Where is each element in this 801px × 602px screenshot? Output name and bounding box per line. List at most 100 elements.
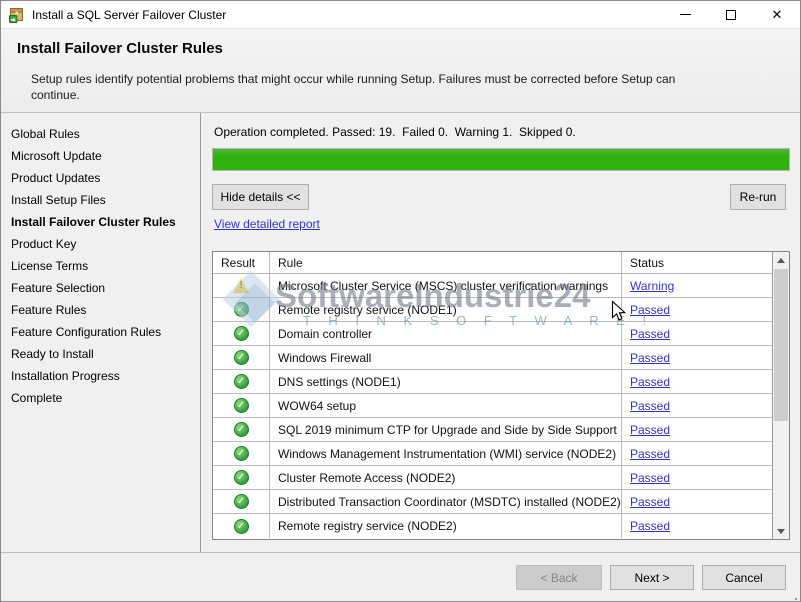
sidebar-step-item: Feature Selection [1,277,200,299]
column-header-rule: Rule [270,252,622,273]
table-header-row: Result Rule Status [213,252,772,274]
rule-cell: Distributed Transaction Coordinator (MSD… [270,490,622,513]
status-cell: Passed [622,519,772,533]
status-cell: Passed [622,327,772,341]
operation-status-text: Operation completed. Passed: 19. Failed … [214,125,576,139]
view-detailed-report-link[interactable]: View detailed report [214,217,320,231]
resize-grip[interactable] [795,598,797,600]
steps-sidebar: Global Rules Microsoft Update Product Up… [1,113,201,552]
table-scrollbar[interactable] [772,252,789,539]
table-row: Windows Firewall Passed [213,346,772,370]
table-row: Distributed Transaction Coordinator (MSD… [213,490,772,514]
scrollbar-thumb[interactable] [774,269,788,421]
rerun-button[interactable]: Re-run [730,184,786,210]
back-button[interactable]: < Back [516,565,602,590]
page-title: Install Failover Cluster Rules [17,40,223,57]
table-row: Domain controller Passed [213,322,772,346]
sidebar-step-item: Feature Rules [1,299,200,321]
result-cell [213,418,270,441]
wizard-window: Install a SQL Server Failover Cluster ✕ … [0,0,801,602]
sidebar-step-item: License Terms [1,255,200,277]
status-link[interactable]: Passed [630,495,670,509]
result-cell [213,346,270,369]
scroll-up-icon[interactable] [773,252,789,268]
result-status-icon [234,374,249,389]
status-cell: Passed [622,495,772,509]
status-link[interactable]: Passed [630,471,670,485]
status-link[interactable]: Passed [630,447,670,461]
result-cell [213,370,270,393]
status-link[interactable]: Passed [630,519,670,533]
status-link[interactable]: Passed [630,303,670,317]
rule-cell: WOW64 setup [270,394,622,417]
table-row: Cluster Remote Access (NODE2) Passed [213,466,772,490]
result-status-icon [234,302,249,317]
table-body: Microsoft Cluster Service (MSCS) cluster… [213,274,772,538]
result-status-icon [234,398,249,413]
maximize-button[interactable] [708,1,754,28]
rule-cell: Domain controller [270,322,622,345]
table-row: Windows Management Instrumentation (WMI)… [213,442,772,466]
rule-cell: Microsoft Cluster Service (MSCS) cluster… [270,274,622,297]
sidebar-step-item: Ready to Install [1,343,200,365]
page-description: Setup rules identify potential problems … [31,71,686,103]
sidebar-step-item: Complete [1,387,200,409]
sidebar-step-item: Install Failover Cluster Rules [1,211,200,233]
rule-cell: Windows Firewall [270,346,622,369]
table-row: DNS settings (NODE1) Passed [213,370,772,394]
result-cell [213,490,270,513]
status-cell: Passed [622,447,772,461]
table-row: Microsoft Cluster Service (MSCS) cluster… [213,274,772,298]
sidebar-step-item: Microsoft Update [1,145,200,167]
status-cell: Warning [622,279,772,293]
hide-details-button[interactable]: Hide details << [212,184,309,210]
next-button[interactable]: Next > [610,565,694,590]
result-status-icon [233,278,249,293]
maximize-icon [726,10,736,20]
result-cell [213,274,270,297]
minimize-button[interactable] [662,1,708,28]
status-link[interactable]: Warning [630,279,674,293]
status-link[interactable]: Passed [630,375,670,389]
result-cell [213,394,270,417]
scroll-down-icon[interactable] [773,523,789,539]
status-link[interactable]: Passed [630,399,670,413]
rule-cell: Cluster Remote Access (NODE2) [270,466,622,489]
result-status-icon [234,326,249,341]
status-link[interactable]: Passed [630,351,670,365]
table-row: SQL 2019 minimum CTP for Upgrade and Sid… [213,418,772,442]
result-status-icon [234,446,249,461]
result-status-icon [234,494,249,509]
page-header: Install Failover Cluster Rules Setup rul… [1,29,800,113]
result-status-icon [234,350,249,365]
rule-cell: Remote registry service (NODE2) [270,514,622,538]
sidebar-step-item: Feature Configuration Rules [1,321,200,343]
rules-results-table: Result Rule Status Microsoft Cluster Ser… [212,251,790,540]
status-cell: Passed [622,351,772,365]
sidebar-step-item: Product Key [1,233,200,255]
result-cell [213,298,270,321]
status-cell: Passed [622,423,772,437]
wizard-footer: < Back Next > Cancel [1,552,800,602]
result-cell [213,466,270,489]
rule-cell: Remote registry service (NODE1) [270,298,622,321]
result-cell [213,322,270,345]
rule-cell: Windows Management Instrumentation (WMI)… [270,442,622,465]
result-status-icon [234,422,249,437]
cancel-button[interactable]: Cancel [702,565,786,590]
close-button[interactable]: ✕ [754,1,800,28]
result-cell [213,514,270,538]
close-icon: ✕ [772,8,783,21]
status-link[interactable]: Passed [630,327,670,341]
progress-bar [212,148,790,171]
status-link[interactable]: Passed [630,423,670,437]
title-bar[interactable]: Install a SQL Server Failover Cluster ✕ [1,1,800,29]
setup-app-icon [9,7,25,23]
status-cell: Passed [622,303,772,317]
table-row: Remote registry service (NODE1) Passed [213,298,772,322]
rule-cell: SQL 2019 minimum CTP for Upgrade and Sid… [270,418,622,441]
status-cell: Passed [622,399,772,413]
sidebar-step-item: Product Updates [1,167,200,189]
minimize-icon [680,14,691,15]
table-row: Remote registry service (NODE2) Passed [213,514,772,538]
